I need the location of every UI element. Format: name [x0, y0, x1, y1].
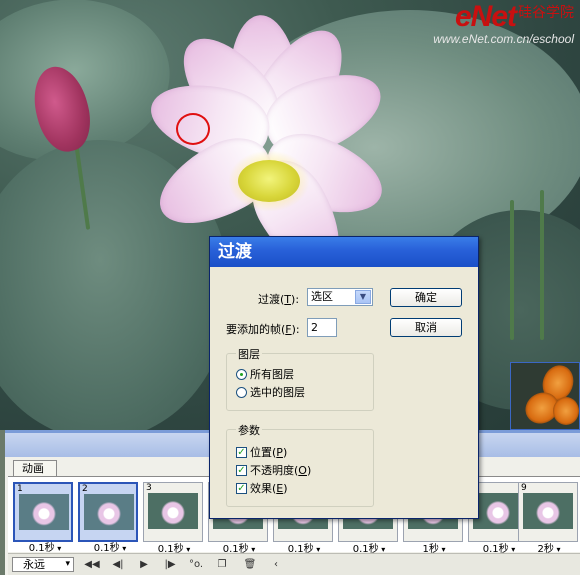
- checkbox-opacity[interactable]: ✓ 不透明度(O): [236, 462, 311, 478]
- stem: [510, 200, 514, 340]
- radio-selected-layers[interactable]: 选中的图层: [236, 384, 305, 400]
- animation-frame[interactable]: 9 2秒: [518, 482, 578, 555]
- duplicate-frame-icon[interactable]: ❐: [212, 557, 232, 572]
- checkbox-position[interactable]: ✓ 位置(P): [236, 444, 287, 460]
- tab-animation[interactable]: 动画: [13, 460, 57, 476]
- highlight-circle: [176, 113, 210, 145]
- radio-selected-icon[interactable]: [236, 368, 247, 380]
- next-frame-icon[interactable]: |▶: [160, 557, 180, 572]
- tween-icon[interactable]: °o.: [186, 557, 206, 572]
- parameters-group: 参数 ✓ 位置(P) ✓ 不透明度(O) ✓ 效果(E): [226, 422, 374, 507]
- tween-dialog: 过渡 过渡(T): 选区 ▼ 要添加的帧(F): 2 确定 取消 图层 所有图层…: [209, 236, 479, 519]
- frame-thumbnail: [84, 494, 134, 530]
- screenshot: eNet 硅谷学院 www.eNet.com.cn/eschool 动画 1 0.1…: [0, 0, 580, 575]
- checkbox-checked-icon[interactable]: ✓: [236, 464, 247, 476]
- dialog-body: 过渡(T): 选区 ▼ 要添加的帧(F): 2 确定 取消 图层 所有图层 选中…: [210, 267, 478, 518]
- frame-delay-select[interactable]: 0.1秒: [80, 539, 140, 554]
- frame-number: 2: [82, 484, 88, 494]
- watermark: eNet 硅谷学院 www.eNet.com.cn/eschool: [433, 0, 574, 47]
- frames-to-add-input[interactable]: 2: [307, 318, 337, 337]
- frame-number: 1: [17, 484, 23, 494]
- tween-with-label: 过渡(T):: [258, 293, 300, 306]
- layers-group-title: 图层: [236, 346, 262, 362]
- frame-number: 9: [521, 483, 527, 493]
- ok-button[interactable]: 确定: [390, 288, 462, 307]
- animation-controls: 永远 ◀◀ ◀| ▶ |▶ °o. ❐ 🗑 ‹: [8, 553, 580, 575]
- checkbox-effects[interactable]: ✓ 效果(E): [236, 480, 288, 496]
- lotus-seed-pod: [238, 160, 300, 202]
- frame-thumbnail: [148, 493, 198, 529]
- animation-frame[interactable]: 2 0.1秒: [78, 482, 138, 554]
- play-icon[interactable]: ▶: [134, 557, 154, 572]
- frame-delay-select[interactable]: 0.1秒: [15, 539, 75, 554]
- animation-frame[interactable]: 3 0.1秒: [143, 482, 203, 555]
- parameters-group-title: 参数: [236, 422, 262, 438]
- dialog-title: 过渡: [210, 237, 478, 267]
- frames-to-add-label: 要添加的帧(F):: [226, 323, 300, 336]
- enet-logo: eNet: [454, 0, 517, 33]
- butterfly-layer: [510, 362, 580, 430]
- watermark-chinese: 硅谷学院: [518, 5, 574, 21]
- animation-frame[interactable]: 1 0.1秒: [13, 482, 73, 554]
- cancel-button[interactable]: 取消: [390, 318, 462, 337]
- first-frame-icon[interactable]: ◀◀: [82, 557, 102, 572]
- chevron-down-icon[interactable]: ▼: [355, 290, 371, 304]
- checkbox-checked-icon[interactable]: ✓: [236, 482, 247, 494]
- frame-number: 3: [146, 483, 152, 493]
- loop-select[interactable]: 永远: [12, 557, 74, 572]
- frame-thumbnail: [19, 494, 69, 530]
- previous-frame-icon[interactable]: ◀|: [108, 557, 128, 572]
- frame-thumbnail: [473, 493, 523, 529]
- layers-group: 图层 所有图层 选中的图层: [226, 346, 374, 411]
- stem: [540, 190, 544, 340]
- scroll-left-icon[interactable]: ‹: [266, 557, 286, 572]
- delete-frame-icon[interactable]: 🗑: [240, 557, 260, 572]
- radio-all-layers[interactable]: 所有图层: [236, 366, 294, 382]
- radio-icon[interactable]: [236, 386, 247, 398]
- checkbox-checked-icon[interactable]: ✓: [236, 446, 247, 458]
- tween-with-select[interactable]: 选区 ▼: [307, 288, 373, 306]
- watermark-url: www.eNet.com.cn/eschool: [433, 32, 574, 46]
- frame-thumbnail: [523, 493, 573, 529]
